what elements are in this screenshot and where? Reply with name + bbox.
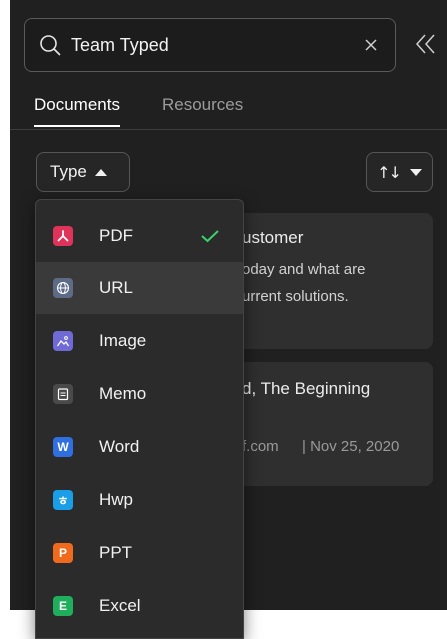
type-option-memo[interactable]: Memo <box>36 368 243 420</box>
memo-icon <box>53 384 73 404</box>
type-option-pdf[interactable]: PDF <box>36 210 243 262</box>
tab-documents[interactable]: Documents <box>34 94 120 127</box>
type-option-image[interactable]: Image <box>36 315 243 367</box>
pdf-icon <box>53 226 73 246</box>
type-option-label: Word <box>99 437 140 456</box>
word-icon: W <box>53 437 73 457</box>
card-snippet-line: oday and what are <box>242 261 366 278</box>
collapse-panel-icon[interactable] <box>414 32 438 56</box>
type-option-word[interactable]: W Word <box>36 421 243 473</box>
card-title: ustomer <box>242 228 304 247</box>
type-option-label: PPT <box>99 543 133 562</box>
search-box[interactable] <box>24 18 396 72</box>
type-option-label: Image <box>99 331 147 350</box>
type-option-url[interactable]: URL <box>36 262 243 314</box>
sort-button[interactable]: ↑↓ <box>366 152 433 192</box>
type-option-label: PDF <box>99 226 133 245</box>
type-filter-button[interactable]: Type <box>36 152 130 192</box>
search-icon <box>40 35 61 56</box>
card-date: | Nov 25, 2020 <box>302 438 400 455</box>
type-filter-label: Type <box>50 162 87 181</box>
caret-down-icon <box>409 168 422 176</box>
type-option-ppt[interactable]: P PPT <box>36 527 243 579</box>
clear-search-icon[interactable] <box>363 37 379 53</box>
tab-resources[interactable]: Resources <box>162 94 243 116</box>
sort-arrows-icon: ↑↓ <box>377 162 402 182</box>
type-option-hwp[interactable]: ㅎ Hwp <box>36 474 243 526</box>
type-dropdown-menu: PDF URL Image Memo W Word ㅎ Hwp P PPT E … <box>35 199 244 639</box>
image-icon <box>53 331 73 351</box>
type-option-label: Excel <box>99 596 141 615</box>
tab-bar: Documents Resources <box>10 94 447 130</box>
card-title: d, The Beginning <box>242 379 371 398</box>
type-option-label: URL <box>99 278 134 297</box>
card-source: f.com <box>242 438 279 455</box>
checkmark-icon <box>201 230 219 243</box>
type-option-label: Memo <box>99 384 147 403</box>
excel-icon: E <box>53 596 73 616</box>
ppt-icon: P <box>53 543 73 563</box>
hwp-icon: ㅎ <box>53 490 73 510</box>
type-option-excel[interactable]: E Excel <box>36 580 243 632</box>
caret-up-icon <box>94 168 107 176</box>
card-snippet-line: urrent solutions. <box>242 288 349 305</box>
globe-icon <box>53 278 73 298</box>
type-option-label: Hwp <box>99 490 134 509</box>
search-input[interactable] <box>71 31 341 59</box>
